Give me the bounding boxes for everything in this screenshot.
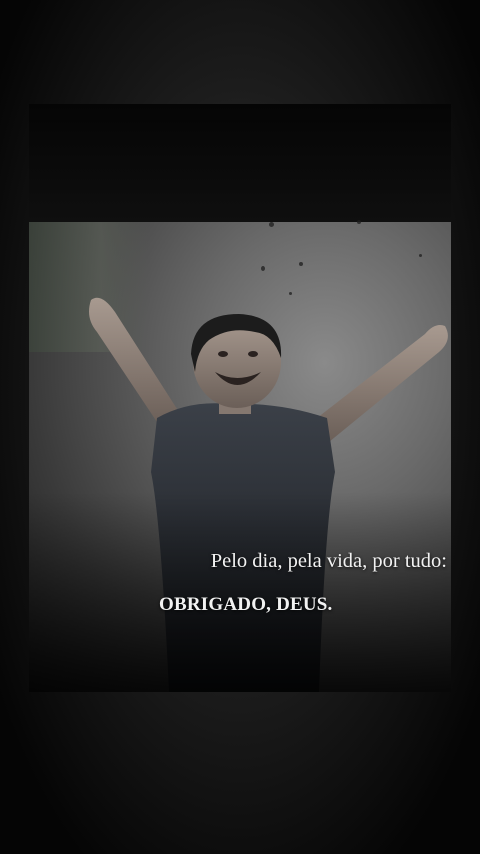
dark-top-area xyxy=(29,104,451,222)
raindrop xyxy=(261,266,265,271)
raindrop xyxy=(269,222,274,227)
rain-photo xyxy=(29,220,451,692)
photo-card: Pelo dia, pela vida, por tudo: OBRIGADO,… xyxy=(29,104,451,692)
raindrop xyxy=(419,254,422,257)
raindrop xyxy=(299,262,303,266)
quote-line-2: OBRIGADO, DEUS. xyxy=(159,594,333,615)
quote-line-1: Pelo dia, pela vida, por tudo: xyxy=(210,550,447,572)
right-arm xyxy=(316,325,448,442)
raindrop xyxy=(289,292,292,295)
left-arm xyxy=(89,297,179,426)
raindrop xyxy=(357,220,361,224)
bottom-gradient xyxy=(29,492,451,692)
